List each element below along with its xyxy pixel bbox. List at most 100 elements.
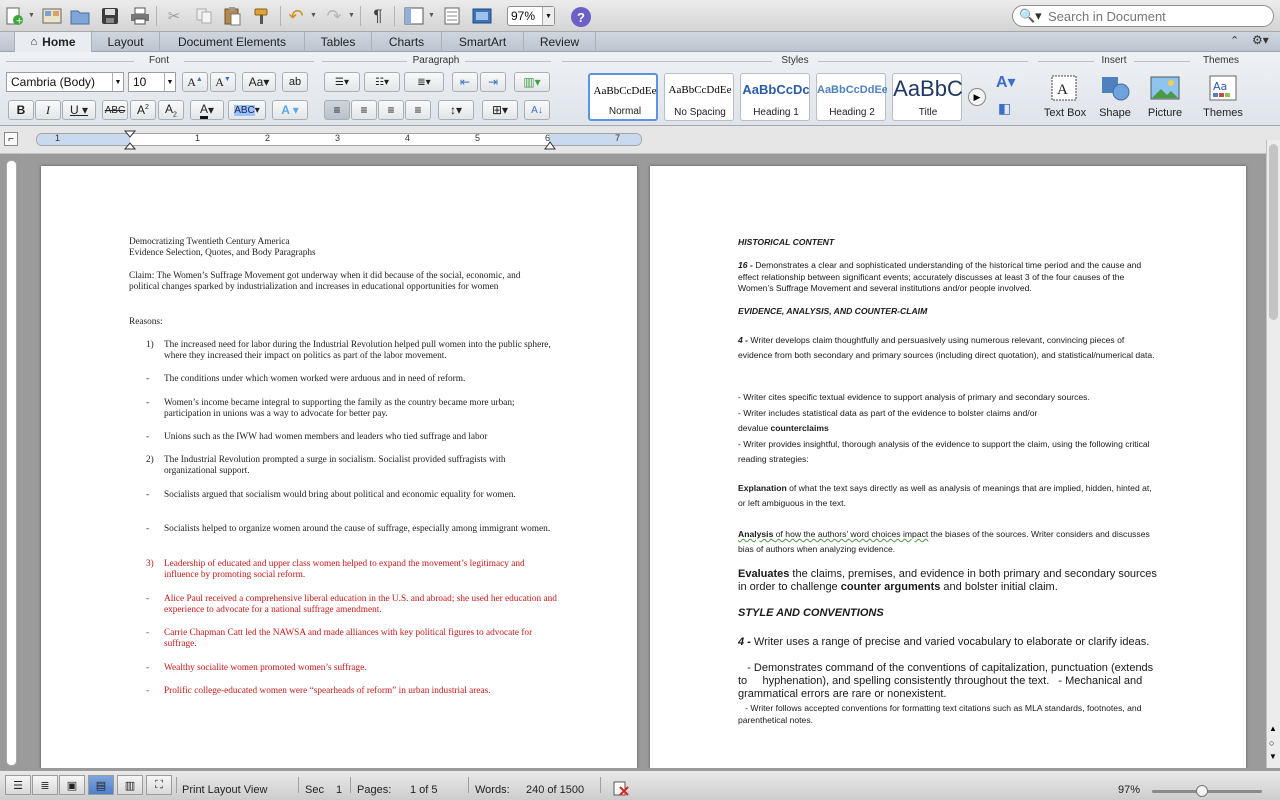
align-left-button[interactable]: ≡	[324, 100, 350, 120]
word-window: + ▼ ✂ ↶ ▼ ↷ ▼ ¶ ▼ 97% ▼ ? 🔍▾ Search in D…	[0, 0, 1280, 800]
sort-button[interactable]: A↓	[524, 100, 550, 120]
tab-document-elements[interactable]: Document Elements	[160, 32, 305, 52]
page-2[interactable]: HISTORICAL CONTENT 16 - Demonstrates a c…	[650, 166, 1246, 768]
tab-tables[interactable]: Tables	[305, 32, 372, 52]
page-1[interactable]: Democratizing Twentieth Century America …	[41, 166, 637, 768]
sidebar-icon[interactable]	[402, 4, 426, 28]
scrollbar-thumb[interactable]	[1269, 144, 1278, 320]
style-no-spacing[interactable]: AaBbCcDdEe No Spacing	[664, 73, 734, 121]
toolbox-icon[interactable]	[440, 4, 464, 28]
tab-smartart[interactable]: SmartArt	[442, 32, 524, 52]
style-criteria: 4 - Writer uses a range of precise and v…	[738, 636, 1158, 649]
shrink-font-button[interactable]: A▼	[210, 72, 236, 92]
templates-gallery-icon[interactable]	[40, 4, 64, 28]
save-icon[interactable]	[98, 4, 122, 28]
highlight-button[interactable]: ABC ▾	[228, 100, 266, 120]
doc-title: Democratizing Twentieth Century America	[129, 237, 290, 247]
picture-button[interactable]: Picture	[1140, 74, 1190, 124]
help-icon[interactable]: ?	[571, 7, 591, 27]
multilevel-list-button[interactable]: ≣▾	[404, 72, 444, 92]
styles-next-icon[interactable]: ▶	[968, 88, 986, 106]
font-size-field[interactable]: 10 ▼	[128, 72, 176, 92]
columns-button[interactable]: ▥▾	[514, 72, 550, 92]
focus-view-icon[interactable]: ⛶	[146, 775, 172, 795]
zoom-slider-thumb[interactable]	[1196, 785, 1208, 797]
style-normal[interactable]: AaBbCcDdEe Normal	[588, 73, 658, 121]
style-heading-1[interactable]: AaBbCcDc Heading 1	[740, 73, 810, 121]
tab-layout[interactable]: Layout	[92, 32, 160, 52]
list-item: 1) The increased need for labor during th…	[146, 340, 559, 362]
tab-home[interactable]: ⌂ Home	[14, 32, 92, 52]
subscript-button[interactable]: A2	[158, 100, 184, 120]
shape-button[interactable]: Shape	[1090, 74, 1140, 124]
text-styles-icon[interactable]: A▾	[996, 72, 1026, 94]
borders-button[interactable]: ⊞▾	[482, 100, 518, 120]
change-case-button[interactable]: Aa▾	[242, 72, 276, 92]
align-right-button[interactable]: ≡	[378, 100, 404, 120]
print-icon[interactable]	[128, 4, 152, 28]
new-document-icon[interactable]: +	[2, 4, 26, 28]
search-box[interactable]: 🔍▾	[1012, 5, 1274, 27]
tab-review[interactable]: Review	[524, 32, 596, 52]
cut-icon[interactable]: ✂	[162, 4, 186, 28]
spelling-check-icon[interactable]	[612, 781, 630, 797]
decrease-indent-button[interactable]: ⇤	[452, 72, 478, 92]
home-icon: ⌂	[30, 36, 38, 48]
indent-marker-icon[interactable]	[124, 130, 136, 150]
notebook-view-icon[interactable]: ▥	[117, 775, 143, 795]
publishing-view-icon[interactable]: ▣	[59, 775, 85, 795]
strikethrough-button[interactable]: ABC	[102, 100, 128, 120]
zoom-combo[interactable]: 97% ▼	[507, 6, 555, 26]
scroll-down-icon[interactable]: ▼	[1269, 752, 1277, 761]
superscript-button[interactable]: A2	[130, 100, 156, 120]
font-color-button[interactable]: A ▾	[190, 100, 224, 120]
document-area[interactable]: Democratizing Twentieth Century America …	[20, 154, 1266, 768]
bullets-button[interactable]: ☰▾	[324, 72, 360, 92]
search-input[interactable]	[1048, 8, 1268, 24]
style-sample: AaBbCcDc	[742, 82, 810, 97]
tab-stop-selector-icon[interactable]: ⌐	[4, 132, 18, 146]
media-browser-icon[interactable]	[470, 4, 494, 28]
collapse-ribbon-icon[interactable]: ⌃	[1230, 34, 1239, 47]
textbox-button[interactable]: A Text Box	[1040, 74, 1090, 124]
styles-pane-icon[interactable]: ◧	[998, 100, 1020, 120]
open-folder-icon[interactable]	[68, 4, 92, 28]
gear-icon[interactable]: ⚙▾	[1252, 33, 1269, 47]
zoom-slider[interactable]	[1152, 785, 1262, 797]
copy-icon[interactable]	[192, 4, 216, 28]
align-center-button[interactable]: ≡	[351, 100, 377, 120]
format-painter-icon[interactable]	[250, 4, 274, 28]
scroll-up-icon[interactable]: ▲	[1269, 724, 1277, 733]
grow-font-button[interactable]: A▲	[182, 72, 208, 92]
tab-charts[interactable]: Charts	[372, 32, 442, 52]
text-effects-button[interactable]: A ▾	[272, 100, 308, 120]
clear-formatting-button[interactable]: ab	[282, 72, 308, 92]
group-title-styles: Styles	[781, 55, 809, 66]
bold-button[interactable]: B	[8, 100, 34, 120]
vertical-scrollbar[interactable]: ▲ ○ ▼	[1266, 140, 1280, 768]
line-spacing-button[interactable]: ↕▾	[438, 100, 474, 120]
increase-indent-button[interactable]: ⇥	[480, 72, 506, 92]
browse-object-icon[interactable]: ○	[1269, 738, 1274, 748]
undo-icon[interactable]: ↶	[284, 4, 308, 28]
style-title[interactable]: AaBbC Title	[892, 73, 963, 121]
redo-icon[interactable]: ↷	[322, 4, 346, 28]
bold-term: Analysis	[738, 529, 774, 539]
underline-button[interactable]: U ▾	[62, 100, 96, 120]
numbering-button[interactable]: ☷▾	[364, 72, 400, 92]
italic-button[interactable]: I	[35, 100, 61, 120]
show-formatting-icon[interactable]: ¶	[366, 4, 390, 28]
outline-view-icon[interactable]: ≣	[32, 775, 58, 795]
print-layout-view-icon[interactable]: ▤	[88, 775, 114, 795]
list-marker: 2)	[146, 455, 154, 465]
horizontal-ruler[interactable]: 1 1 2 3 4 5 6 7	[36, 130, 642, 150]
words-label: Words:	[475, 784, 510, 796]
right-indent-marker-icon[interactable]	[544, 138, 556, 150]
paste-icon[interactable]	[220, 4, 244, 28]
justify-button[interactable]: ≡	[405, 100, 431, 120]
style-heading-2[interactable]: AaBbCcDdEe Heading 2	[816, 73, 887, 121]
draft-view-icon[interactable]: ☰	[5, 775, 31, 795]
subscript-icon: A2	[165, 101, 177, 119]
font-name-field[interactable]: Cambria (Body) ▼	[6, 72, 124, 92]
themes-button[interactable]: Aa Themes	[1198, 74, 1248, 124]
